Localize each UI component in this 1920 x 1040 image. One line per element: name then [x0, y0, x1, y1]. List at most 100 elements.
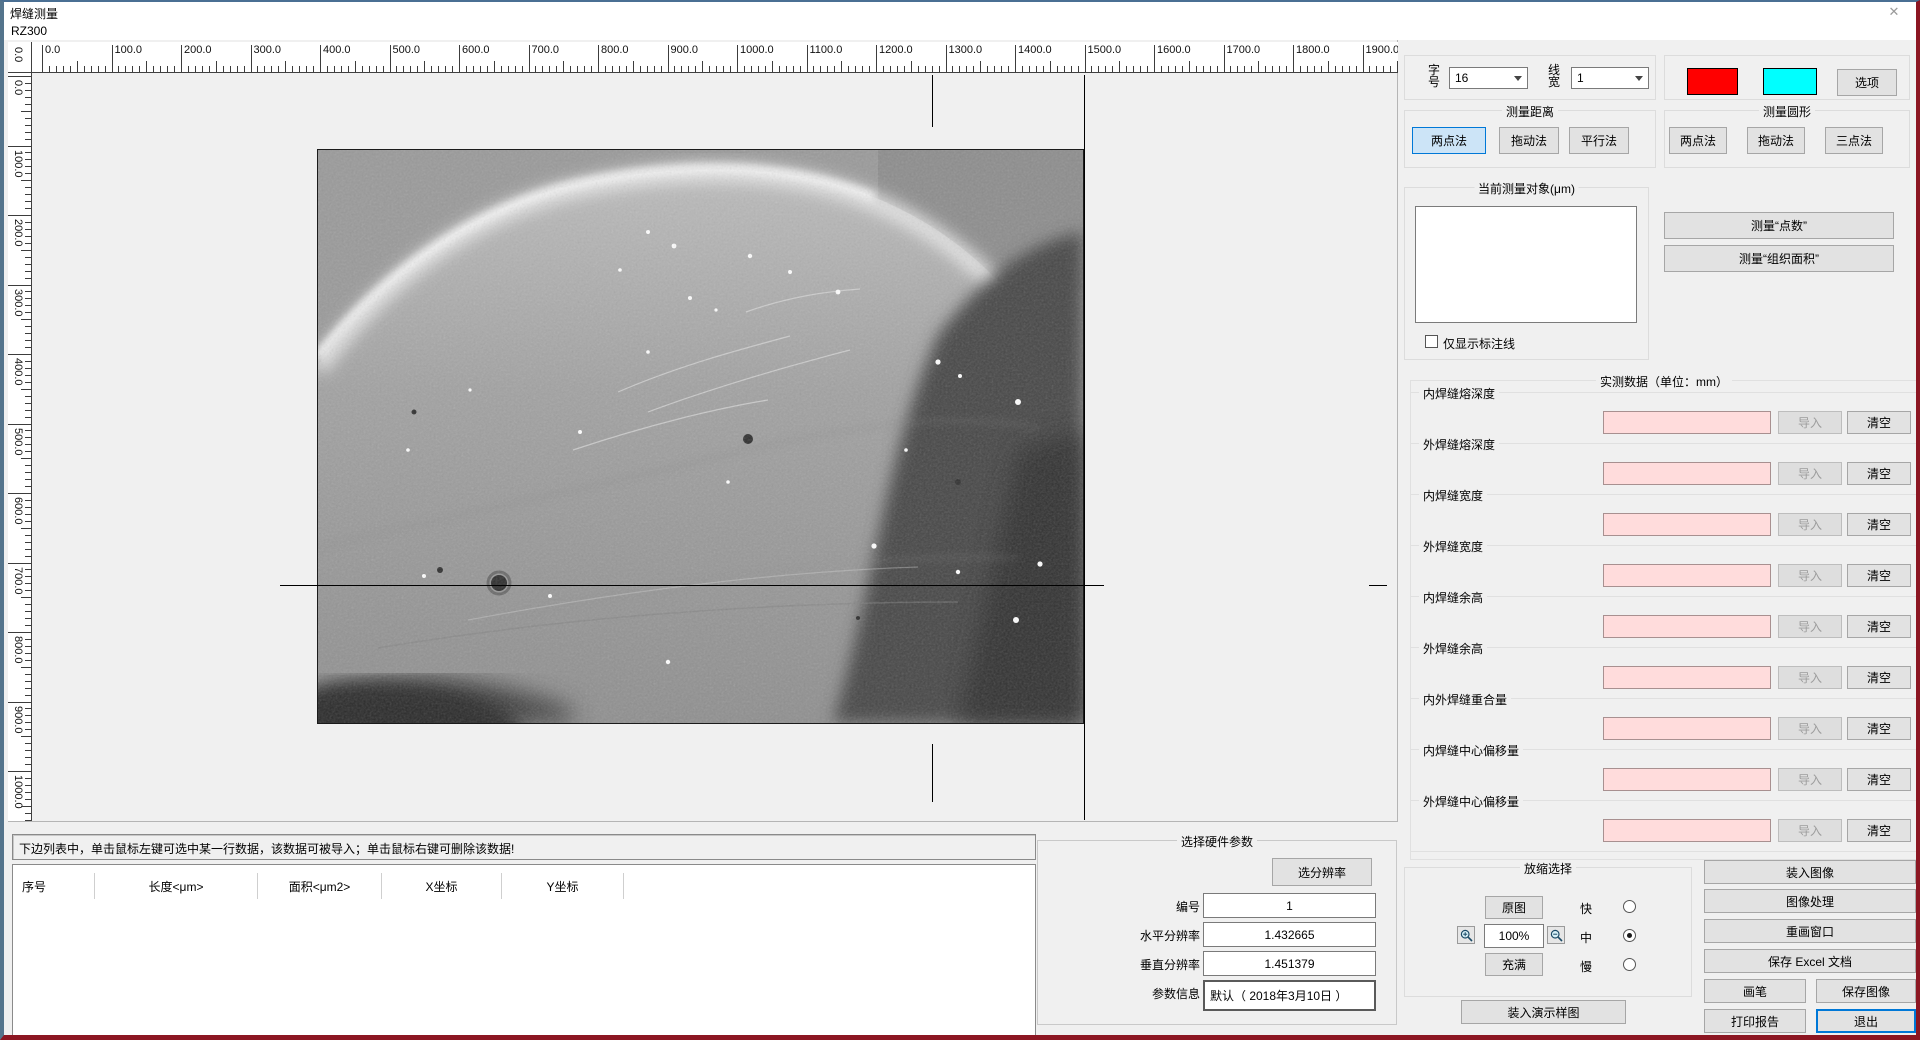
fit-button[interactable]: 充满: [1485, 953, 1543, 976]
line-width-select[interactable]: 1: [1571, 67, 1649, 89]
current-object-listbox[interactable]: [1415, 206, 1637, 323]
results-table[interactable]: 序号长度<μm>面积<μm2>X坐标Y坐标: [12, 864, 1036, 1037]
ruler-minor-tick: [25, 507, 32, 508]
zoom-percent-field[interactable]: 100%: [1484, 924, 1544, 948]
action-button[interactable]: 画笔: [1704, 979, 1806, 1003]
weld-micrograph-image[interactable]: [317, 149, 1084, 724]
chevron-down-icon[interactable]: [1630, 76, 1648, 81]
import-button[interactable]: 导入: [1778, 717, 1842, 740]
distance-method-button[interactable]: 两点法: [1412, 127, 1486, 154]
hardware-field-value[interactable]: 1: [1203, 893, 1376, 918]
primary-color-swatch[interactable]: [1687, 68, 1738, 95]
import-button[interactable]: 导入: [1778, 411, 1842, 434]
ruler-minor-tick: [640, 66, 641, 73]
clear-button[interactable]: 清空: [1847, 666, 1911, 689]
clear-button[interactable]: 清空: [1847, 513, 1911, 536]
import-button[interactable]: 导入: [1778, 462, 1842, 485]
distance-method-button[interactable]: 平行法: [1569, 127, 1629, 154]
table-column-header[interactable]: 序号: [13, 873, 95, 899]
select-resolution-button[interactable]: 选分辨率: [1272, 858, 1372, 886]
hardware-field-value[interactable]: 默认（ 2018年3月10日 ）: [1203, 980, 1376, 1011]
measured-value-field[interactable]: [1603, 513, 1771, 536]
measure-points-button[interactable]: 测量“点数”: [1664, 212, 1894, 239]
load-demo-button[interactable]: 装入演示样图: [1461, 1000, 1626, 1024]
zoom-in-icon[interactable]: [1457, 926, 1475, 944]
ruler-minor-tick: [1279, 66, 1280, 73]
ruler-minor-tick: [25, 403, 32, 404]
hardware-field-value[interactable]: 1.432665: [1203, 922, 1376, 947]
ruler-minor-tick: [869, 66, 870, 73]
hruler-label: 800.0: [601, 44, 629, 56]
options-button[interactable]: 选项: [1837, 69, 1897, 96]
speed-radio[interactable]: [1623, 958, 1636, 971]
vruler-label: 600.0: [12, 497, 24, 525]
secondary-color-swatch[interactable]: [1763, 68, 1817, 95]
action-button[interactable]: 保存图像: [1816, 979, 1916, 1003]
ruler-minor-tick: [1057, 66, 1058, 73]
table-column-header[interactable]: 长度<μm>: [95, 873, 258, 899]
clear-button[interactable]: 清空: [1847, 768, 1911, 791]
menu-item-rz300[interactable]: RZ300: [11, 24, 47, 38]
measured-value-field[interactable]: [1603, 615, 1771, 638]
ruler-minor-tick: [515, 66, 516, 73]
measured-data-row: 外焊缝中心偏移量导入清空: [1410, 800, 1920, 852]
show-annotation-only-checkbox[interactable]: [1425, 335, 1438, 348]
ruler-minor-tick: [25, 333, 32, 334]
distance-method-button[interactable]: 拖动法: [1499, 127, 1559, 154]
table-column-header[interactable]: 面积<μm2>: [258, 873, 382, 899]
ruler-minor-tick: [25, 187, 32, 188]
table-column-header[interactable]: X坐标: [382, 873, 502, 899]
action-button[interactable]: 图像处理: [1704, 889, 1916, 913]
measured-value-field[interactable]: [1603, 462, 1771, 485]
circle-method-button[interactable]: 两点法: [1669, 127, 1727, 154]
measured-value-field[interactable]: [1603, 666, 1771, 689]
import-button[interactable]: 导入: [1778, 564, 1842, 587]
import-button[interactable]: 导入: [1778, 666, 1842, 689]
zoom-out-icon[interactable]: [1547, 926, 1565, 944]
ruler-minor-tick: [1210, 66, 1211, 73]
hruler-label: 1100.0: [810, 44, 843, 56]
import-button[interactable]: 导入: [1778, 768, 1842, 791]
clear-button[interactable]: 清空: [1847, 411, 1911, 434]
clear-button[interactable]: 清空: [1847, 717, 1911, 740]
action-button[interactable]: 打印报告: [1704, 1009, 1806, 1033]
clear-button[interactable]: 清空: [1847, 564, 1911, 587]
chevron-down-icon[interactable]: [1509, 76, 1527, 81]
import-button[interactable]: 导入: [1778, 819, 1842, 842]
action-button[interactable]: 装入图像: [1704, 860, 1916, 884]
measure-area-button[interactable]: 测量“组织面积”: [1664, 245, 1894, 272]
ruler-minor-tick: [25, 208, 32, 209]
ruler-minor-tick: [1196, 66, 1197, 73]
measured-value-field[interactable]: [1603, 768, 1771, 791]
measured-value-field[interactable]: [1603, 819, 1771, 842]
exit-button[interactable]: 退出: [1816, 1009, 1916, 1033]
ruler-minor-tick: [25, 305, 32, 306]
ruler-minor-tick: [25, 236, 32, 237]
font-size-select[interactable]: 16: [1449, 67, 1528, 89]
table-column-header[interactable]: Y坐标: [502, 873, 624, 899]
ruler-minor-tick: [237, 66, 238, 73]
action-button[interactable]: 保存 Excel 文档: [1704, 949, 1916, 973]
ruler-corner-label: 0.0: [12, 47, 24, 62]
import-button[interactable]: 导入: [1778, 513, 1842, 536]
measured-value-field[interactable]: [1603, 564, 1771, 587]
measured-value-field[interactable]: [1603, 411, 1771, 434]
ruler-minor-tick: [1342, 66, 1343, 73]
action-button[interactable]: 重画窗口: [1704, 919, 1916, 943]
vruler-label: 700.0: [12, 567, 24, 595]
circle-method-button[interactable]: 三点法: [1825, 127, 1883, 154]
circle-method-button[interactable]: 拖动法: [1747, 127, 1805, 154]
ruler-minor-tick: [577, 66, 578, 73]
import-button[interactable]: 导入: [1778, 615, 1842, 638]
speed-radio[interactable]: [1623, 900, 1636, 913]
clear-button[interactable]: 清空: [1847, 615, 1911, 638]
clear-button[interactable]: 清空: [1847, 462, 1911, 485]
hardware-field-value[interactable]: 1.451379: [1203, 951, 1376, 976]
ruler-minor-tick: [695, 66, 696, 73]
measured-value-field[interactable]: [1603, 717, 1771, 740]
speed-radio[interactable]: [1623, 929, 1636, 942]
ruler-minor-tick: [466, 66, 467, 73]
close-icon[interactable]: ✕: [1884, 4, 1904, 20]
clear-button[interactable]: 清空: [1847, 819, 1911, 842]
original-size-button[interactable]: 原图: [1485, 896, 1543, 919]
